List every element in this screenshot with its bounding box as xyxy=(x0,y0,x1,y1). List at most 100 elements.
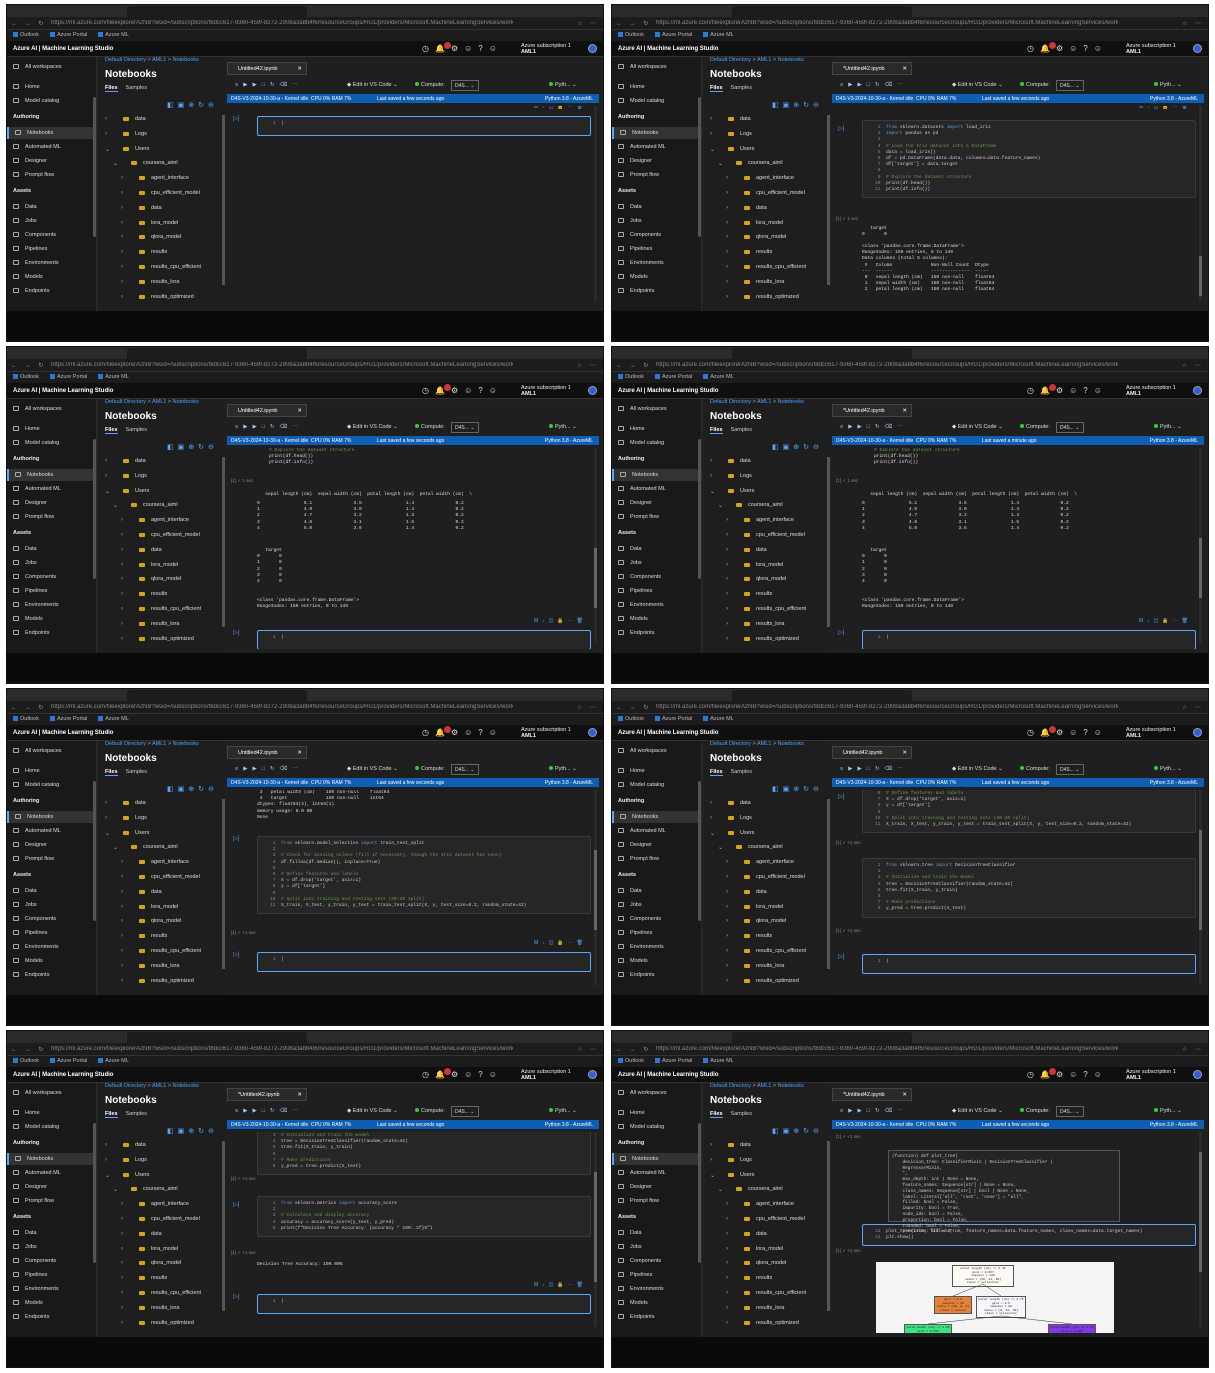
bookmark[interactable]: Outlook xyxy=(13,32,39,38)
nav-item-notebooks[interactable]: Notebooks xyxy=(7,469,97,481)
nav-item-jobs[interactable]: Jobs xyxy=(612,557,702,569)
nav-item-prompt-flow[interactable]: Prompt flow xyxy=(612,169,702,181)
nav-item-automated-ml[interactable]: Automated ML xyxy=(7,483,97,495)
avatar[interactable] xyxy=(588,1070,597,1079)
help-icon[interactable]: ? xyxy=(1083,386,1093,395)
run-all-icon[interactable]: ▶▶ xyxy=(848,82,866,88)
app-brand[interactable]: Azure AI | Machine Learning Studio xyxy=(13,46,113,52)
tab-samples[interactable]: Samples xyxy=(731,427,752,433)
app-brand[interactable]: Azure AI | Machine Learning Studio xyxy=(618,1072,718,1078)
nav-item-environments[interactable]: Environments xyxy=(612,257,702,269)
lock-icon[interactable]: 🔒 xyxy=(557,618,567,624)
subscription-selector[interactable]: Azure subscription 1 AML1 xyxy=(1126,1069,1176,1081)
notebook-scrollbar[interactable] xyxy=(594,790,597,985)
tree-item[interactable]: › results_cpu_efficient xyxy=(704,1287,830,1300)
nav-item-notebooks[interactable]: Notebooks xyxy=(7,127,97,139)
chevron-icon[interactable]: › xyxy=(726,205,728,211)
nav-scrollbar[interactable] xyxy=(93,97,96,237)
help-icon[interactable]: ? xyxy=(1083,1070,1093,1079)
nav-item-data[interactable]: Data xyxy=(612,885,702,897)
nav-item-components[interactable]: Components xyxy=(7,913,97,925)
nav-item-environments[interactable]: Environments xyxy=(7,599,97,611)
nav-item-designer[interactable]: Designer xyxy=(612,839,702,851)
tree-item[interactable]: › data xyxy=(704,1139,830,1152)
extension-icons[interactable]: ☆ ⋯ xyxy=(577,1046,599,1053)
more-icon[interactable]: ⋯ xyxy=(1173,106,1182,110)
upload-icon[interactable]: ⊕ xyxy=(793,102,803,109)
clear-icon[interactable]: ⌫ xyxy=(885,82,898,88)
nav-item-models[interactable]: Models xyxy=(612,613,702,625)
tab-files[interactable]: Files xyxy=(105,85,118,92)
chevron-icon[interactable]: › xyxy=(726,948,728,954)
tree-item[interactable]: › data xyxy=(99,455,225,468)
nav-all-workspaces[interactable]: All workspaces xyxy=(7,403,97,415)
nav-item-pipelines[interactable]: Pipelines xyxy=(612,927,702,939)
chevron-icon[interactable]: › xyxy=(105,473,107,479)
nav-item-jobs[interactable]: Jobs xyxy=(7,1241,97,1253)
chevron-icon[interactable]: › xyxy=(726,636,728,642)
subscription-selector[interactable]: Azure subscription 1 AML1 xyxy=(521,385,571,397)
tree-item[interactable]: › data xyxy=(704,455,830,468)
stop-icon[interactable]: □ xyxy=(262,82,270,88)
tree-item[interactable]: › data xyxy=(99,544,225,557)
tree-item[interactable]: › data xyxy=(704,1228,830,1241)
run-all-icon[interactable]: ▶▶ xyxy=(243,1108,261,1114)
tree-scrollbar[interactable] xyxy=(222,1141,225,1311)
nav-item-endpoints[interactable]: Endpoints xyxy=(7,627,97,639)
new-folder-icon[interactable]: ▣ xyxy=(783,102,794,109)
address-bar[interactable]: ← → ↻ https://ml.azure.com/fileexplorerAz… xyxy=(612,701,1208,714)
tree-scrollbar[interactable] xyxy=(827,457,830,627)
tree-item[interactable]: › agent_interface xyxy=(704,172,830,185)
collapse-icon[interactable]: ⊖ xyxy=(208,102,218,109)
feedback-icon[interactable]: ☺ xyxy=(464,386,478,395)
restart-icon[interactable]: ↻ xyxy=(270,766,280,772)
smile-icon[interactable]: ☺ xyxy=(489,44,503,53)
avatar[interactable] xyxy=(588,728,597,737)
breadcrumb-item[interactable]: AML1 xyxy=(152,57,166,63)
nav-item-environments[interactable]: Environments xyxy=(612,599,702,611)
stop-icon[interactable]: □ xyxy=(262,1108,270,1114)
nav-item-jobs[interactable]: Jobs xyxy=(7,899,97,911)
tree-item[interactable]: › results_cpu_efficient xyxy=(704,945,830,958)
chevron-icon[interactable]: ⌄ xyxy=(105,146,110,153)
chevron-icon[interactable]: › xyxy=(121,1201,123,1207)
close-icon[interactable]: ✕ xyxy=(902,1092,907,1098)
tree-item[interactable]: › lora_model xyxy=(704,901,830,914)
settings-icon[interactable]: ⚙ xyxy=(451,386,464,395)
tree-item[interactable]: › lora_model xyxy=(704,217,830,230)
nav-item-data[interactable]: Data xyxy=(7,1227,97,1239)
tree-item[interactable]: › qlora_model xyxy=(99,915,225,928)
extension-icons[interactable]: ☆ ⋯ xyxy=(577,362,599,369)
avatar[interactable] xyxy=(588,386,597,395)
tree-item[interactable]: › Logs xyxy=(99,128,225,141)
breadcrumb-item[interactable]: Default Directory xyxy=(710,57,751,63)
tree-item[interactable]: ⌄ Users xyxy=(704,485,830,498)
menu-icon[interactable]: ≡ xyxy=(840,1108,848,1114)
breadcrumb-item[interactable]: AML1 xyxy=(757,57,771,63)
feedback-icon[interactable]: ☺ xyxy=(1069,1070,1083,1079)
tree-item[interactable]: › results_cpu_efficient xyxy=(704,603,830,616)
kernel-dropdown[interactable]: Pyth... ⌄ xyxy=(1154,424,1182,430)
tab-files[interactable]: Files xyxy=(105,427,118,434)
chevron-icon[interactable]: ⌄ xyxy=(718,160,723,167)
nav-item-data[interactable]: Data xyxy=(612,1227,702,1239)
tab-files[interactable]: Files xyxy=(105,1111,118,1118)
nav-all-workspaces[interactable]: All workspaces xyxy=(7,745,97,757)
nav-item-model-catalog[interactable]: Model catalog xyxy=(612,779,702,791)
nav-item-notebooks[interactable]: Notebooks xyxy=(7,1153,97,1165)
tree-item[interactable]: › agent_interface xyxy=(99,172,225,185)
close-icon[interactable]: ✕ xyxy=(297,408,302,414)
tree-item[interactable]: › Logs xyxy=(704,128,830,141)
nav-item-home[interactable]: Home xyxy=(612,765,702,777)
chevron-icon[interactable]: › xyxy=(105,800,107,806)
clear-icon[interactable]: ⌫ xyxy=(885,424,898,430)
tree-item[interactable]: ⌄ coursera_aiml xyxy=(704,499,830,512)
clock-icon[interactable]: ◷ xyxy=(422,728,435,737)
new-folder-icon[interactable]: ▣ xyxy=(783,444,794,451)
subscription-selector[interactable]: Azure subscription 1 AML1 xyxy=(1126,385,1176,397)
chevron-icon[interactable]: › xyxy=(121,591,123,597)
browser-nav-icons[interactable]: ← → ↻ xyxy=(11,20,46,27)
tree-item[interactable]: › results_optimized xyxy=(704,1317,830,1330)
tab-samples[interactable]: Samples xyxy=(731,85,752,91)
empty-code-cell[interactable]: 1 | xyxy=(257,630,591,649)
